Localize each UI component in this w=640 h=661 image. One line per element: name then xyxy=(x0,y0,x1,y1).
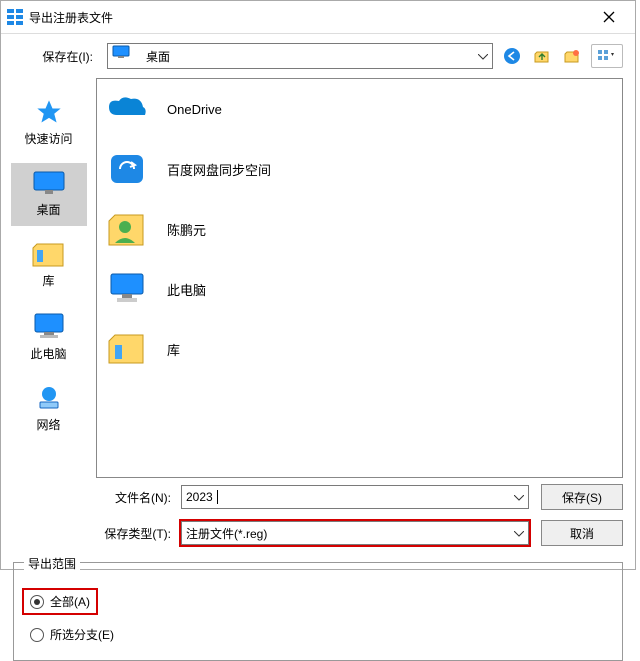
regedit-icon xyxy=(7,9,23,25)
desktop-icon xyxy=(112,45,140,67)
back-button[interactable] xyxy=(501,45,523,67)
file-item-onedrive[interactable]: OneDrive xyxy=(97,79,622,139)
save-in-label: 保存在(I): xyxy=(13,48,99,65)
file-name: OneDrive xyxy=(167,102,222,117)
sidebar-item-label: 网络 xyxy=(36,416,60,433)
export-range-fieldset: 导出范围 全部(A) 所选分支(E) xyxy=(13,562,623,661)
file-name: 陈鹏元 xyxy=(167,220,206,239)
sidebar-item-thispc[interactable]: 此电脑 xyxy=(11,305,87,370)
radio-icon xyxy=(30,595,44,609)
filename-value: 2023 xyxy=(186,490,213,504)
sidebar-item-label: 快速访问 xyxy=(24,130,72,147)
sidebar-item-libraries[interactable]: 库 xyxy=(11,234,87,297)
chevron-down-icon xyxy=(478,49,488,63)
titlebar: 导出注册表文件 xyxy=(1,1,635,34)
libraries-icon xyxy=(105,331,149,367)
sidebar-item-network[interactable]: 网络 xyxy=(11,378,87,441)
file-item-baidu[interactable]: 百度网盘同步空间 xyxy=(97,139,622,199)
cancel-button[interactable]: 取消 xyxy=(541,520,623,546)
up-one-level-button[interactable] xyxy=(531,45,553,67)
radio-all[interactable]: 全部(A) xyxy=(24,590,96,613)
places-sidebar: 快速访问 桌面 库 此电脑 网络 xyxy=(1,78,96,478)
baidu-sync-icon xyxy=(105,149,149,189)
chevron-down-icon xyxy=(514,526,524,540)
radio-icon xyxy=(30,628,44,642)
onedrive-icon xyxy=(105,93,149,125)
sidebar-item-label: 库 xyxy=(42,272,54,289)
export-registry-dialog: 导出注册表文件 保存在(I): 桌面 快速访问 xyxy=(0,0,636,570)
sidebar-item-quickaccess[interactable]: 快速访问 xyxy=(11,92,87,155)
file-name: 此电脑 xyxy=(167,280,206,299)
pc-icon xyxy=(105,270,149,308)
star-icon xyxy=(35,98,63,126)
chevron-down-icon xyxy=(514,490,524,504)
file-item-libraries[interactable]: 库 xyxy=(97,319,622,379)
close-button[interactable] xyxy=(589,3,629,31)
location-dropdown[interactable]: 桌面 xyxy=(107,43,493,69)
new-folder-button[interactable] xyxy=(561,45,583,67)
user-folder-icon xyxy=(105,209,149,249)
libraries-icon xyxy=(31,240,67,268)
radio-label: 所选分支(E) xyxy=(50,626,114,643)
dialog-title: 导出注册表文件 xyxy=(29,9,589,26)
export-range-legend: 导出范围 xyxy=(24,555,80,572)
file-item-user[interactable]: 陈鹏元 xyxy=(97,199,622,259)
pc-icon xyxy=(32,311,66,341)
filetype-label: 保存类型(T): xyxy=(1,525,181,542)
sidebar-item-label: 桌面 xyxy=(36,201,60,218)
file-list[interactable]: OneDrive 百度网盘同步空间 陈鹏元 此电脑 库 xyxy=(96,78,623,478)
filename-input[interactable]: 2023 xyxy=(181,485,529,509)
location-value: 桌面 xyxy=(146,48,170,65)
sidebar-item-label: 此电脑 xyxy=(30,345,66,362)
file-name: 百度网盘同步空间 xyxy=(167,160,271,179)
radio-label: 全部(A) xyxy=(50,593,90,610)
file-name: 库 xyxy=(167,340,180,359)
filetype-dropdown[interactable]: 注册文件(*.reg) xyxy=(181,521,529,545)
file-item-thispc[interactable]: 此电脑 xyxy=(97,259,622,319)
save-button[interactable]: 保存(S) xyxy=(541,484,623,510)
save-in-row: 保存在(I): 桌面 xyxy=(1,34,635,78)
network-icon xyxy=(35,384,63,412)
desktop-icon xyxy=(31,169,67,197)
sidebar-item-desktop[interactable]: 桌面 xyxy=(11,163,87,226)
views-button[interactable] xyxy=(591,44,623,68)
filetype-value: 注册文件(*.reg) xyxy=(186,525,267,542)
filename-label: 文件名(N): xyxy=(1,489,181,506)
radio-selected-branch[interactable]: 所选分支(E) xyxy=(24,623,120,646)
